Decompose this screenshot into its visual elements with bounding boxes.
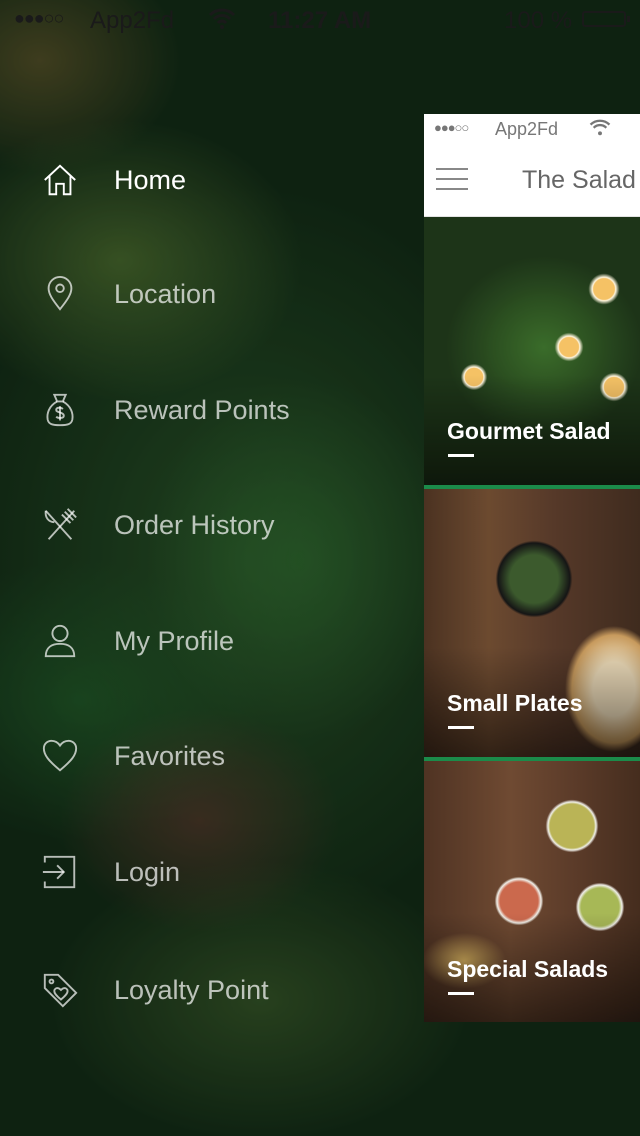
app-screen: ●●●○○ App2Fd 11:27 AM 100 % Home Locatio… bbox=[0, 0, 640, 1136]
menu-item-home[interactable]: Home bbox=[40, 150, 186, 210]
status-bar: ●●●○○ App2Fd 11:27 AM 100 % bbox=[0, 0, 640, 40]
card-label: Gourmet Salad bbox=[447, 418, 611, 444]
user-icon bbox=[40, 621, 80, 661]
menu-item-label: Reward Points bbox=[114, 394, 290, 425]
menu-item-reward-points[interactable]: Reward Points bbox=[40, 380, 290, 440]
category-card-small-plates[interactable]: Small Plates bbox=[424, 489, 640, 761]
signal-strength: ●●●○○ bbox=[14, 8, 64, 28]
menu-item-label: Loyalty Point bbox=[114, 974, 269, 1005]
card-underline bbox=[448, 454, 474, 457]
menu-item-label: Location bbox=[114, 278, 217, 309]
location-pin-icon bbox=[40, 274, 80, 314]
battery-percent: 100 % bbox=[504, 7, 573, 34]
menu-item-favorites[interactable]: Favorites bbox=[40, 726, 225, 786]
carrier-name: App2Fd bbox=[90, 7, 175, 34]
menu-item-location[interactable]: Location bbox=[40, 264, 216, 324]
status-time: 11:27 AM bbox=[268, 7, 372, 34]
home-icon bbox=[40, 160, 80, 200]
card-label: Special Salads bbox=[447, 956, 609, 982]
menu-item-my-profile[interactable]: My Profile bbox=[40, 611, 234, 671]
card-underline bbox=[448, 726, 474, 729]
menu-item-label: My Profile bbox=[114, 625, 235, 656]
menu-item-label: Home bbox=[114, 164, 187, 195]
card-underline bbox=[448, 992, 474, 995]
preview-page-title: The Salad bbox=[522, 166, 636, 194]
hamburger-menu-icon[interactable] bbox=[436, 168, 468, 190]
tag-heart-icon bbox=[40, 970, 80, 1010]
menu-item-login[interactable]: Login bbox=[40, 842, 180, 902]
preview-status-bar: ●●●○○ App2Fd bbox=[424, 114, 640, 144]
card-label: Small Plates bbox=[447, 690, 583, 716]
menu-item-label: Login bbox=[114, 856, 181, 887]
fork-knife-icon bbox=[40, 505, 80, 545]
menu-item-order-history[interactable]: Order History bbox=[40, 495, 275, 555]
wifi-icon bbox=[208, 6, 236, 37]
login-icon bbox=[40, 852, 80, 892]
money-bag-icon bbox=[40, 390, 80, 430]
battery-icon bbox=[582, 11, 630, 27]
menu-item-label: Favorites bbox=[114, 740, 226, 771]
menu-item-label: Order History bbox=[114, 509, 275, 540]
preview-signal-strength: ●●●○○ bbox=[434, 120, 469, 135]
preview-wifi-icon bbox=[589, 117, 611, 142]
preview-nav-bar: The Salad bbox=[424, 144, 640, 217]
main-content-preview[interactable]: ●●●○○ App2Fd The Salad Gourmet Salad Sma… bbox=[424, 114, 640, 1022]
preview-carrier-name: App2Fd bbox=[495, 119, 559, 139]
menu-item-loyalty-point[interactable]: Loyalty Point bbox=[40, 960, 269, 1020]
heart-icon bbox=[40, 736, 80, 776]
category-card-special-salads[interactable]: Special Salads bbox=[424, 761, 640, 1022]
category-card-gourmet-salad[interactable]: Gourmet Salad bbox=[424, 217, 640, 489]
side-menu: Home Location Reward Points Order Histor… bbox=[0, 0, 420, 1136]
